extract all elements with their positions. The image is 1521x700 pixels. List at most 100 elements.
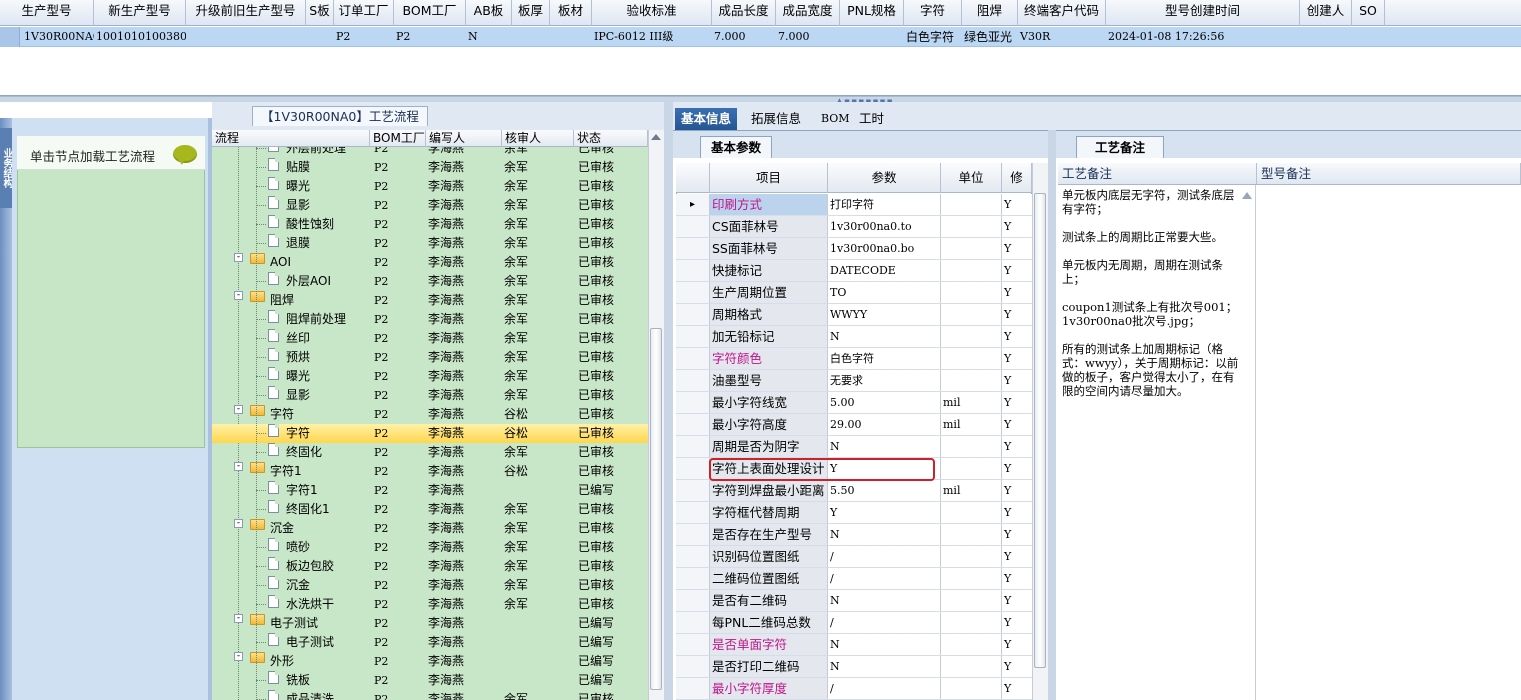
param-modify[interactable]: Y — [1002, 634, 1032, 655]
grid-col-header[interactable]: S板 — [306, 0, 334, 26]
tree-leaf-node[interactable]: 电子测试 P2 李海燕 已编写 — [212, 633, 648, 652]
param-modify[interactable]: Y — [1002, 326, 1032, 347]
tree-leaf-node[interactable]: 字符 P2 李海燕 谷松 已审核 — [212, 424, 648, 443]
collapse-icon[interactable]: - — [234, 652, 243, 661]
tree-folder-node[interactable]: - 外形 P2 李海燕 已编写 — [212, 652, 648, 671]
param-row[interactable]: 是否存在生产型号 N Y — [676, 524, 1032, 546]
param-row[interactable]: CS面菲林号 1v30r00na0.to Y — [676, 216, 1032, 238]
grid-cell[interactable]: IPC-6012 III级 — [592, 27, 712, 47]
row-indicator[interactable] — [676, 370, 710, 391]
tree-folder-node[interactable]: - 字符1 P2 李海燕 谷松 已审核 — [212, 462, 648, 481]
tree-leaf-node[interactable]: 显影 P2 李海燕 余军 已审核 — [212, 196, 648, 215]
grid-col-header[interactable]: 板厚 — [512, 0, 550, 26]
param-unit[interactable] — [941, 436, 1002, 457]
param-value[interactable]: 5.50 — [828, 480, 941, 501]
tree-col-flow[interactable]: 流程 — [212, 130, 370, 147]
tree-leaf-node[interactable]: 板边包胶 P2 李海燕 余军 已审核 — [212, 557, 648, 576]
grid-col-header[interactable]: 升级前旧生产型号 — [186, 0, 306, 26]
tree-leaf-node[interactable]: 字符1 P2 李海燕 已编写 — [212, 481, 648, 500]
param-value[interactable]: DATECODE — [828, 260, 941, 281]
param-value[interactable]: Y — [828, 502, 941, 523]
tree-leaf-node[interactable]: 退膜 P2 李海燕 余军 已审核 — [212, 234, 648, 253]
grid-col-header[interactable]: BOM工厂 — [394, 0, 466, 26]
param-modify[interactable]: Y — [1002, 612, 1032, 633]
param-value[interactable]: N — [828, 524, 941, 545]
param-row[interactable]: 二维码位置图纸 / Y — [676, 568, 1032, 590]
param-value[interactable]: N — [828, 634, 941, 655]
grid-cell[interactable] — [840, 27, 904, 47]
tree-leaf-node[interactable]: 阻焊前处理 P2 李海燕 余军 已审核 — [212, 310, 648, 329]
param-row[interactable]: 最小字符厚度 / Y — [676, 678, 1032, 700]
row-indicator[interactable] — [0, 27, 20, 47]
param-value[interactable]: TO — [828, 282, 941, 303]
grid-col-header[interactable]: 型号创建时间 — [1106, 0, 1300, 26]
tree-leaf-node[interactable]: 丝印 P2 李海燕 余军 已审核 — [212, 329, 648, 348]
param-unit[interactable] — [941, 260, 1002, 281]
row-indicator[interactable] — [676, 546, 710, 567]
grid-col-header[interactable]: 新生产型号 — [94, 0, 186, 26]
param-value[interactable]: 29.00 — [828, 414, 941, 435]
grid-cell[interactable]: N — [466, 27, 512, 47]
row-indicator[interactable] — [676, 568, 710, 589]
param-row[interactable]: 最小字符线宽 5.00 mil Y — [676, 392, 1032, 414]
param-row[interactable]: 周期是否为阴字 N Y — [676, 436, 1032, 458]
param-modify[interactable]: Y — [1002, 568, 1032, 589]
row-indicator[interactable] — [676, 502, 710, 523]
tree-leaf-node[interactable]: 曝光 P2 李海燕 余军 已审核 — [212, 177, 648, 196]
param-modify[interactable]: Y — [1002, 216, 1032, 237]
param-unit[interactable] — [941, 282, 1002, 303]
tree-leaf-node[interactable]: 终固化 P2 李海燕 余军 已审核 — [212, 443, 648, 462]
param-unit[interactable] — [941, 634, 1002, 655]
tab-process-notes[interactable]: 工艺备注 — [1076, 136, 1165, 158]
nav-tab-business-structure[interactable]: 业务结构 — [0, 128, 12, 208]
param-unit[interactable]: mil — [941, 480, 1002, 501]
param-modify[interactable]: Y — [1002, 414, 1032, 435]
tree-col-reviewer[interactable]: 核审人 — [502, 130, 574, 147]
grid-cell[interactable]: 白色字符 — [904, 27, 962, 47]
grid-col-header[interactable]: 板材 — [550, 0, 592, 26]
collapse-icon[interactable]: - — [234, 614, 243, 623]
param-modify[interactable]: Y — [1002, 304, 1032, 325]
param-value[interactable]: 1v30r00na0.to — [828, 216, 941, 237]
row-indicator[interactable] — [676, 326, 710, 347]
grid-cell[interactable]: 10010101003807 — [94, 27, 186, 47]
grid-col-header[interactable]: 创建人 — [1300, 0, 1352, 26]
grid-cell[interactable] — [306, 27, 334, 47]
model-notes-area[interactable] — [1257, 185, 1521, 700]
row-indicator[interactable] — [676, 392, 710, 413]
param-unit[interactable] — [941, 238, 1002, 259]
tab-basic-info[interactable]: 基本信息 — [675, 108, 738, 130]
param-row[interactable]: ▸ 印刷方式 打印字符 Y — [676, 194, 1032, 216]
row-indicator[interactable] — [676, 524, 710, 545]
param-unit[interactable] — [941, 194, 1002, 215]
grid-col-header[interactable]: 成品宽度 — [776, 0, 840, 26]
param-value[interactable]: 打印字符 — [828, 194, 941, 215]
tree-col-writer[interactable]: 编写人 — [426, 130, 502, 147]
param-row[interactable]: 最小字符高度 29.00 mil Y — [676, 414, 1032, 436]
tree-leaf-node[interactable]: 预烘 P2 李海燕 余军 已审核 — [212, 348, 648, 367]
param-value[interactable]: 5.00 — [828, 392, 941, 413]
tree-leaf-node[interactable]: 外层前处理 P2 李海燕 余军 已审核 — [212, 147, 648, 158]
params-scroll-thumb[interactable] — [1034, 193, 1046, 668]
param-unit[interactable] — [941, 612, 1002, 633]
grid-cell[interactable] — [550, 27, 592, 47]
param-modify[interactable]: Y — [1002, 546, 1032, 567]
tree-col-status[interactable]: 状态 — [574, 130, 648, 147]
param-row[interactable]: 加无铅标记 N Y — [676, 326, 1032, 348]
row-indicator[interactable] — [676, 590, 710, 611]
param-value[interactable]: N — [828, 436, 941, 457]
tree-folder-node[interactable]: - 字符 P2 李海燕 谷松 已审核 — [212, 405, 648, 424]
param-modify[interactable]: Y — [1002, 348, 1032, 369]
param-row[interactable]: 每PNL二维码总数 / Y — [676, 612, 1032, 634]
grid-col-header[interactable]: 订单工厂 — [334, 0, 394, 26]
tree-leaf-node[interactable]: 终固化1 P2 李海燕 余军 已审核 — [212, 500, 648, 519]
grid-cell[interactable]: 绿色亚光 — [962, 27, 1018, 47]
grid-cell[interactable]: P2 — [334, 27, 394, 47]
param-unit[interactable] — [941, 590, 1002, 611]
tab-bom[interactable]: BOM — [815, 108, 856, 130]
param-modify[interactable]: Y — [1002, 656, 1032, 677]
param-value[interactable]: 白色字符 — [828, 348, 941, 369]
tree-leaf-node[interactable]: 喷砂 P2 李海燕 余军 已审核 — [212, 538, 648, 557]
tree-scroll-thumb[interactable] — [650, 328, 662, 690]
row-indicator[interactable] — [676, 656, 710, 677]
